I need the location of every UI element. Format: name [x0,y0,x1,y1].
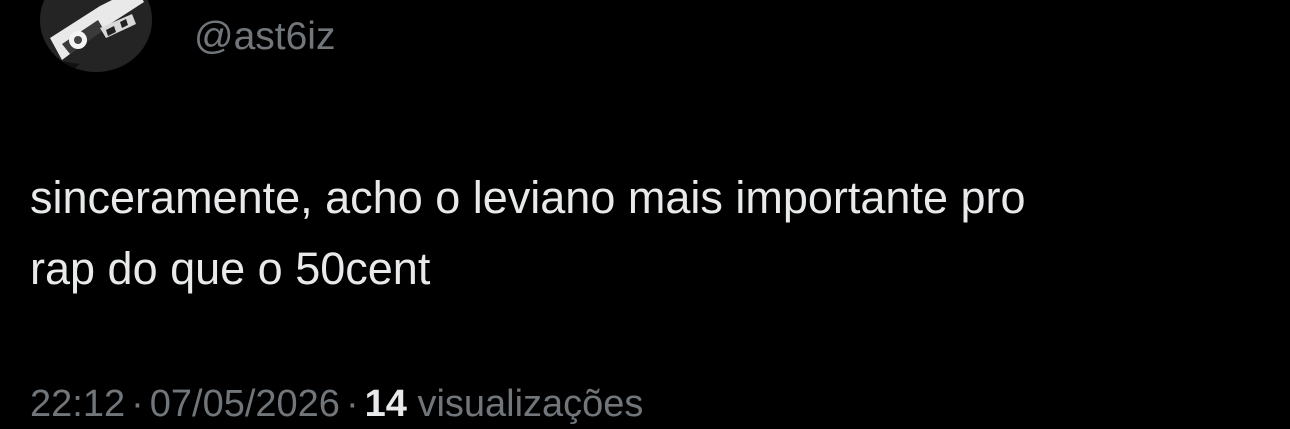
tweet-meta: 22:12 · 07/05/2026 · 14 visualizações [30,380,643,428]
profile-avatar-image [40,0,152,72]
tweet-text: sinceramente, acho o leviano mais import… [30,172,1026,294]
avatar[interactable] [40,0,152,72]
views-count[interactable]: 14 [365,383,407,425]
tweet-time[interactable]: 22:12 [30,383,125,425]
author-handle[interactable]: @ast6iz [194,12,335,62]
tweet-date[interactable]: 07/05/2026 [150,383,340,425]
meta-separator: · [131,383,144,425]
views-label[interactable]: visualizações [417,383,643,425]
meta-separator: · [345,383,359,425]
